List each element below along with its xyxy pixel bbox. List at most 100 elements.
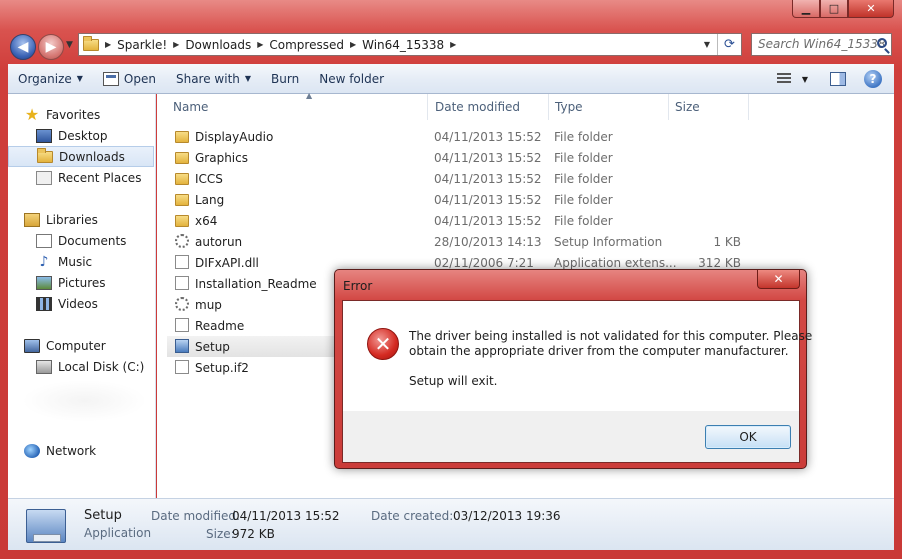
dialog-body: ✕ The driver being installed is not vali…: [342, 300, 812, 463]
file-name: DisplayAudio: [195, 129, 274, 144]
search-icon[interactable]: [877, 38, 887, 48]
text-file-icon: [175, 276, 189, 290]
nav-recent-places-label: Recent Places: [58, 170, 142, 185]
column-type-label: Type: [555, 100, 583, 114]
address-history-dropdown[interactable]: ▼: [697, 34, 717, 55]
maximize-button[interactable]: □: [820, 0, 848, 18]
preview-pane-icon[interactable]: [830, 72, 846, 86]
dialog-close-button[interactable]: ✕: [757, 270, 800, 289]
file-row[interactable]: x64 04/11/2013 15:52 File folder: [167, 210, 757, 231]
arrow-left-icon: ◀: [17, 39, 29, 55]
share-with-button[interactable]: Share with ▼: [166, 64, 261, 93]
new-folder-button[interactable]: New folder: [309, 64, 394, 93]
folder-icon: [175, 131, 189, 143]
file-name: DIFxAPI.dll: [195, 255, 259, 270]
caption-buttons: ▁ □ ✕: [792, 0, 894, 18]
minimize-button[interactable]: ▁: [792, 0, 820, 18]
file-size: 1 KB: [713, 234, 741, 249]
nav-favorites[interactable]: ★ Favorites: [24, 104, 154, 125]
file-row[interactable]: DisplayAudio 04/11/2013 15:52 File folde…: [167, 126, 757, 147]
explorer-window: ▁ □ ✕ ◀ ▶ ▼ ▶ Sparkle! ▶ Downloads ▶ Com…: [0, 0, 902, 559]
file-row[interactable]: ICCS 04/11/2013 15:52 File folder: [167, 168, 757, 189]
chevron-right-icon[interactable]: ▶: [173, 40, 179, 49]
chevron-right-icon[interactable]: ▶: [105, 40, 111, 49]
file-name: x64: [195, 213, 218, 228]
file-type: File folder: [554, 171, 613, 186]
computer-icon: [24, 338, 40, 353]
nav-downloads[interactable]: Downloads: [8, 146, 154, 167]
forward-button[interactable]: ▶: [38, 34, 64, 60]
column-header-date[interactable]: Date modified: [429, 94, 549, 120]
nav-computer[interactable]: Computer: [24, 335, 154, 356]
star-icon: ★: [24, 104, 40, 124]
nav-desktop[interactable]: Desktop: [36, 125, 154, 146]
back-button[interactable]: ◀: [10, 34, 36, 60]
chevron-right-icon[interactable]: ▶: [450, 40, 456, 49]
organize-button[interactable]: Organize ▼: [8, 64, 93, 93]
nav-libraries[interactable]: Libraries: [24, 209, 154, 230]
nav-computer-label: Computer: [46, 338, 106, 353]
downloads-folder-icon: [37, 147, 53, 163]
nav-videos[interactable]: Videos: [36, 293, 154, 314]
file-row[interactable]: Graphics 04/11/2013 15:52 File folder: [167, 147, 757, 168]
nav-pictures[interactable]: Pictures: [36, 272, 154, 293]
column-date-label: Date modified: [435, 100, 521, 114]
ok-button[interactable]: OK: [705, 425, 791, 449]
file-date: 02/11/2006 7:21: [434, 255, 534, 270]
nav-desktop-label: Desktop: [58, 128, 108, 143]
open-button[interactable]: Open: [93, 64, 166, 93]
details-date-created: 03/12/2013 19:36: [453, 509, 561, 523]
refresh-icon[interactable]: ⟳: [717, 34, 741, 55]
address-bar[interactable]: ▶ Sparkle! ▶ Downloads ▶ Compressed ▶ Wi…: [78, 33, 742, 56]
nav-documents[interactable]: Documents: [36, 230, 154, 251]
nav-libraries-label: Libraries: [46, 212, 98, 227]
chevron-down-icon: ▼: [244, 74, 252, 83]
file-name: Setup: [195, 339, 230, 354]
breadcrumb-sparkle[interactable]: Sparkle!: [117, 38, 167, 52]
dialog-title: Error: [343, 279, 373, 293]
chevron-right-icon[interactable]: ▶: [257, 40, 263, 49]
details-file-name: Setup: [84, 508, 122, 523]
dialog-message-line: Setup will exit.: [409, 374, 498, 388]
burn-label: Burn: [271, 71, 300, 86]
nav-videos-label: Videos: [58, 296, 98, 311]
chevron-down-icon[interactable]: ▼: [802, 75, 808, 84]
folder-icon: [175, 194, 189, 206]
file-row-selected[interactable]: Setup: [167, 336, 337, 357]
details-file-kind: Application: [84, 526, 152, 540]
nav-network[interactable]: Network: [24, 440, 154, 461]
nav-network-label: Network: [46, 443, 97, 458]
nav-pictures-label: Pictures: [58, 275, 106, 290]
nav-music[interactable]: ♪ Music: [36, 251, 154, 272]
chevron-right-icon[interactable]: ▶: [350, 40, 356, 49]
breadcrumb-win64[interactable]: Win64_15338: [362, 38, 444, 52]
nav-local-disk-label: Local Disk (C:): [58, 359, 145, 374]
help-icon[interactable]: ?: [864, 70, 882, 88]
gear-file-icon: [175, 234, 189, 248]
nav-favorites-label: Favorites: [46, 107, 101, 122]
breadcrumb-downloads[interactable]: Downloads: [185, 38, 251, 52]
column-header-type[interactable]: Type: [549, 94, 669, 120]
music-note-icon: ♪: [39, 253, 49, 270]
file-name: Graphics: [195, 150, 248, 165]
open-label: Open: [123, 71, 156, 86]
burn-button[interactable]: Burn: [261, 64, 309, 93]
nav-local-disk[interactable]: Local Disk (C:): [36, 356, 154, 377]
views-icon[interactable]: [776, 73, 791, 85]
arrow-right-icon: ▶: [45, 39, 57, 55]
open-icon: [102, 71, 119, 86]
file-type: File folder: [554, 129, 613, 144]
nav-recent-places[interactable]: Recent Places: [36, 167, 154, 188]
breadcrumb-compressed[interactable]: Compressed: [269, 38, 344, 52]
text-file-icon: [175, 318, 189, 332]
file-row[interactable]: autorun 28/10/2013 14:13 Setup Informati…: [167, 231, 757, 252]
file-row[interactable]: Lang 04/11/2013 15:52 File folder: [167, 189, 757, 210]
folder-icon: [175, 173, 189, 185]
search-input[interactable]: Search Win64_15338: [751, 33, 892, 56]
close-button[interactable]: ✕: [848, 0, 894, 18]
recent-places-icon: [36, 170, 52, 185]
column-header-name[interactable]: Name ▲: [167, 91, 428, 120]
network-icon: [24, 443, 40, 458]
column-header-size[interactable]: Size: [669, 94, 749, 120]
recent-pages-dropdown[interactable]: ▼: [66, 40, 73, 50]
